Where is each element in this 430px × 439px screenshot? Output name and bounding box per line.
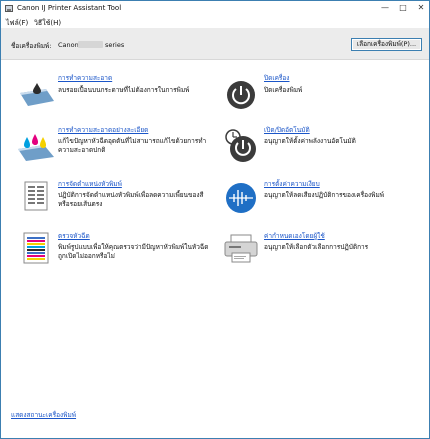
printer-bar: ชื่อเครื่องพิมพ์: Canon series เลือกเครื… <box>1 28 429 60</box>
item-desc-custom-settings: อนุญาตให้เลือกตัวเลือกการปฏิบัติการ <box>264 243 369 251</box>
item-desc-quiet-setting: อนุญาตให้ลดเสียงปฏิบัติการของเครื่องพิมพ… <box>264 191 385 199</box>
view-printer-status-link[interactable]: แสดงสถานะเครื่องพิมพ์ <box>11 410 76 420</box>
item-title-auto-power[interactable]: เปิด/ปิดอัตโนมัติ <box>264 125 310 135</box>
menu-bar: ไฟล์(F) วิธีใช้(H) <box>1 16 429 28</box>
minimize-button[interactable]: — <box>379 3 391 13</box>
item-desc-print-head-alignment-1: ปฏิบัติการจัดตำแหน่งหัวพิมพ์เพื่อลดความเ… <box>58 191 204 199</box>
item-title-deep-cleaning[interactable]: การทำความสะอาดอย่างละเอียด <box>58 125 148 135</box>
printer-name-series: series <box>105 41 125 49</box>
window-title: Canon IJ Printer Assistant Tool <box>17 4 122 12</box>
item-title-quiet-setting[interactable]: การตั้งค่าความเงียบ <box>264 179 320 189</box>
item-desc-auto-power: อนุญาตให้ตั้งค่าพลังงานอัตโนมัติ <box>264 137 356 145</box>
printer-name-brand: Canon <box>58 41 79 49</box>
item-desc-power-off: ปิดเครื่องพิมพ์ <box>264 86 303 94</box>
printer-app-icon <box>5 5 13 12</box>
item-desc-deep-cleaning-2: ความสะอาดปกติ <box>58 146 106 154</box>
item-title-nozzle-check[interactable]: ตรวจหัวฉีด <box>58 231 90 241</box>
nozzle-check-icon[interactable] <box>23 232 49 264</box>
printer-name-label: ชื่อเครื่องพิมพ์: <box>11 42 52 50</box>
item-desc-deep-cleaning-1: แก้ไขปัญหาหัวฉีดอุดตันที่ไม่สามารถแก้ไขด… <box>58 137 207 145</box>
item-title-custom-settings[interactable]: ค่ากำหนดเองโดยผู้ใช้ <box>264 231 325 241</box>
power-off-icon[interactable] <box>225 79 257 111</box>
auto-power-icon[interactable] <box>223 127 259 165</box>
app-window: Canon IJ Printer Assistant Tool — □ ✕ ไฟ… <box>0 0 430 439</box>
item-desc-print-head-alignment-2: หรือรอยเส้นตรง <box>58 200 103 208</box>
ink-deep-cleaning-icon[interactable] <box>16 131 56 163</box>
item-title-print-head-alignment[interactable]: การจัดตำแหน่งหัวพิมพ์ <box>58 179 122 189</box>
title-bar[interactable]: Canon IJ Printer Assistant Tool — □ ✕ <box>1 1 429 16</box>
print-head-alignment-icon[interactable] <box>24 181 48 211</box>
close-button[interactable]: ✕ <box>415 3 427 13</box>
item-desc-nozzle-check-1: พิมพ์รูปแบบเพื่อให้คุณตรวจว่ามีปัญหาหัวพ… <box>58 243 209 251</box>
item-desc-cleaning: ลบรอยเปื้อนบนกระดาษที่ไม่ต้องการในการพิม… <box>58 86 190 94</box>
select-printer-button[interactable]: เลือกเครื่องพิมพ์(P)... <box>351 38 422 51</box>
maximize-button[interactable]: □ <box>397 3 409 13</box>
custom-settings-icon[interactable] <box>223 234 259 264</box>
printer-model-redacted <box>78 41 103 48</box>
quiet-setting-icon[interactable] <box>225 182 257 214</box>
item-title-power-off[interactable]: ปิดเครื่อง <box>264 73 290 83</box>
item-desc-nozzle-check-2: ถูกเปิดไม่ออกหรือไม่ <box>58 252 115 260</box>
item-title-cleaning[interactable]: การทำความสะอาด <box>58 73 112 83</box>
ink-tank-print-head-icon[interactable] <box>18 81 56 109</box>
